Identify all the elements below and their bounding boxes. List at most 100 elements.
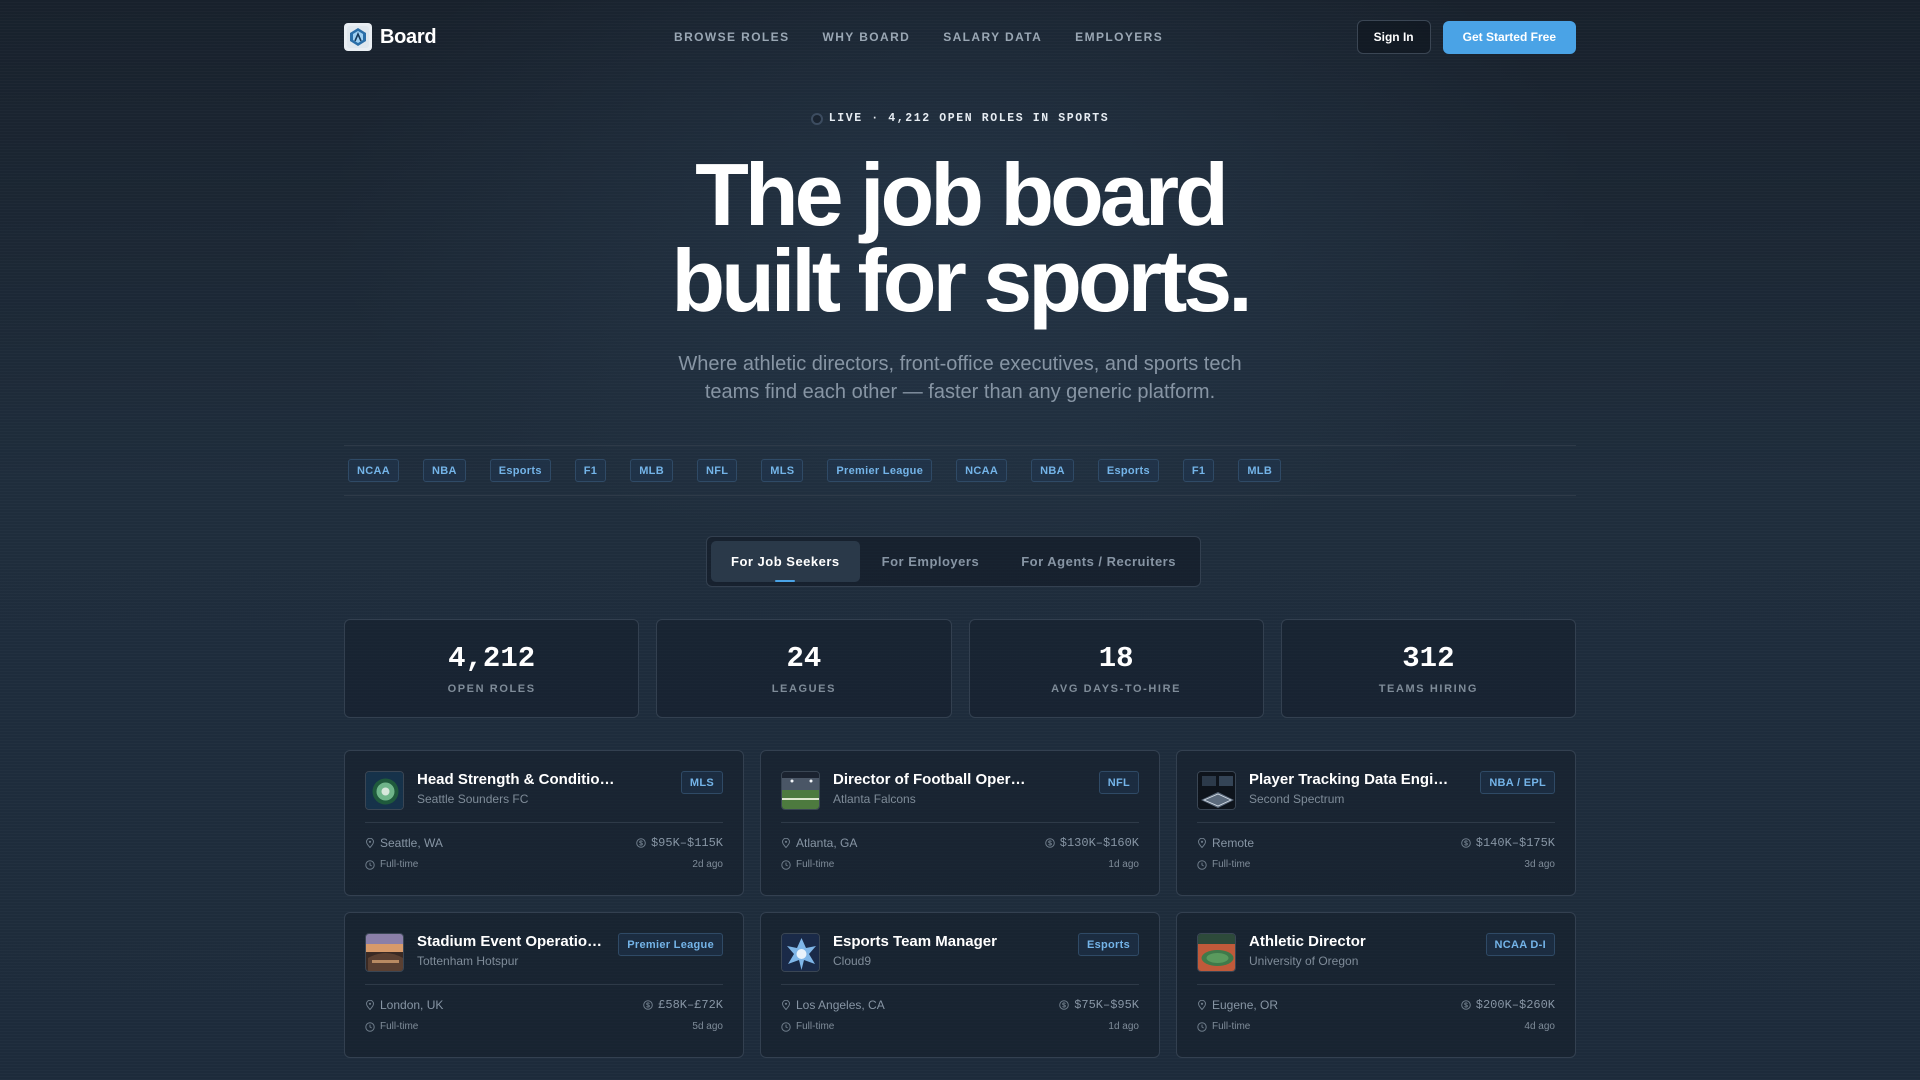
- stat-value: 24: [786, 642, 822, 675]
- job-card[interactable]: Athletic Director University of Oregon N…: [1176, 912, 1576, 1058]
- league-chip[interactable]: NCAA: [956, 459, 1008, 482]
- job-salary-text: $140K–$175K: [1475, 836, 1555, 850]
- league-chip[interactable]: MLS: [761, 459, 804, 482]
- job-type-text: Full-time: [796, 1021, 835, 1032]
- sign-in-button[interactable]: Sign In: [1356, 20, 1431, 54]
- team-logo-image: [781, 933, 820, 972]
- job-salary-text: $200K–$260K: [1475, 998, 1555, 1012]
- job-card[interactable]: Director of Football Operations Atlanta …: [760, 750, 1160, 896]
- stat-teams-hiring: 312 TEAMS HIRING: [1280, 619, 1576, 718]
- job-type-text: Full-time: [1212, 1021, 1251, 1032]
- job-type-text: Full-time: [1212, 859, 1251, 870]
- dollar-icon: [1460, 1000, 1471, 1010]
- job-league-tag: Esports: [1077, 933, 1139, 956]
- job-location: Eugene, OR: [1197, 998, 1278, 1012]
- job-league-tag: NCAA D-I: [1485, 933, 1555, 956]
- league-chip[interactable]: Esports: [489, 459, 551, 482]
- league-chip[interactable]: F1: [574, 459, 607, 482]
- top-nav: Board BROWSE ROLES WHY BOARD SALARY DATA…: [344, 18, 1576, 56]
- dollar-icon: [1460, 838, 1471, 848]
- brand[interactable]: Board: [344, 23, 437, 51]
- league-strip: NCAA NBA Esports F1 MLB NFL MLS Premier …: [344, 445, 1576, 496]
- job-league-tag: NFL: [1098, 771, 1139, 794]
- stat-leagues: 24 LEAGUES: [656, 619, 952, 718]
- league-chip[interactable]: Esports: [1097, 459, 1159, 482]
- job-type: Full-time: [781, 1021, 834, 1032]
- map-pin-icon: [365, 838, 375, 848]
- job-league-tag: Premier League: [618, 933, 723, 956]
- stat-value: 312: [1402, 642, 1455, 675]
- job-title[interactable]: Player Tracking Data Engineer: [1249, 771, 1449, 789]
- team-logo-image: [365, 771, 404, 810]
- job-company: Atlanta Falcons: [833, 792, 916, 806]
- job-location: Atlanta, GA: [781, 836, 857, 850]
- live-label: LIVE · 4,212 OPEN ROLES IN SPORTS: [828, 112, 1110, 125]
- job-salary: $140K–$175K: [1460, 836, 1555, 850]
- nav-link-why-board[interactable]: WHY BOARD: [822, 30, 910, 44]
- job-type-text: Full-time: [380, 1021, 419, 1032]
- map-pin-icon: [781, 1000, 791, 1010]
- league-chip[interactable]: Premier League: [827, 459, 933, 482]
- live-dot-icon: [810, 112, 823, 125]
- job-posted: 1d ago: [1108, 1021, 1139, 1032]
- league-chip[interactable]: NBA: [1031, 459, 1074, 482]
- team-logo-image: [781, 771, 820, 810]
- dollar-icon: [636, 838, 646, 848]
- job-company: Cloud9: [833, 954, 872, 968]
- stat-label: LEAGUES: [771, 683, 837, 695]
- job-salary: $95K–$115K: [636, 836, 723, 850]
- job-salary-text: $95K–$115K: [650, 836, 723, 850]
- tab-agents-recruiters[interactable]: For Agents / Recruiters: [1001, 541, 1196, 582]
- job-posted: 4d ago: [1524, 1021, 1555, 1032]
- job-location: Seattle, WA: [365, 836, 443, 850]
- tab-job-seekers[interactable]: For Job Seekers: [711, 541, 860, 582]
- job-location-text: Seattle, WA: [380, 836, 443, 850]
- league-chip[interactable]: F1: [1182, 459, 1215, 482]
- clock-icon: [365, 859, 375, 870]
- get-started-button[interactable]: Get Started Free: [1442, 20, 1576, 54]
- job-location: London, UK: [365, 998, 443, 1012]
- job-company: Second Spectrum: [1249, 792, 1345, 806]
- job-card[interactable]: Esports Team Manager Cloud9 Esports Los …: [760, 912, 1160, 1058]
- job-salary: $75K–$95K: [1059, 998, 1139, 1012]
- job-posted: 3d ago: [1524, 859, 1555, 870]
- stat-label: TEAMS HIRING: [1378, 683, 1478, 695]
- job-company: Tottenham Hotspur: [417, 954, 519, 968]
- job-location: Los Angeles, CA: [781, 998, 885, 1012]
- job-card[interactable]: Player Tracking Data Engineer Second Spe…: [1176, 750, 1576, 896]
- clock-icon: [1197, 859, 1207, 870]
- nav-link-salary-data[interactable]: SALARY DATA: [943, 30, 1042, 44]
- job-league-tag: MLS: [680, 771, 723, 794]
- tab-employers[interactable]: For Employers: [862, 541, 1000, 582]
- league-chip[interactable]: MLB: [1238, 459, 1282, 482]
- job-title[interactable]: Head Strength & Conditioning Coach: [417, 771, 617, 789]
- job-title[interactable]: Athletic Director: [1249, 933, 1449, 951]
- league-chip[interactable]: MLB: [630, 459, 673, 482]
- league-chip[interactable]: NCAA: [348, 459, 399, 482]
- job-title[interactable]: Esports Team Manager: [833, 933, 1033, 951]
- audience-tabs: For Job Seekers For Employers For Agents…: [706, 536, 1201, 587]
- job-type: Full-time: [1197, 859, 1250, 870]
- job-location: Remote: [1197, 836, 1254, 850]
- team-logo-image: [365, 933, 404, 972]
- job-location-text: London, UK: [380, 998, 444, 1012]
- board-logo-icon: [344, 23, 372, 51]
- job-title[interactable]: Stadium Event Operations Manager: [417, 933, 610, 951]
- nav-link-browse-roles[interactable]: BROWSE ROLES: [674, 30, 789, 44]
- job-posted: 2d ago: [692, 859, 723, 870]
- job-salary: $200K–$260K: [1460, 998, 1555, 1012]
- stat-open-roles: 4,212 OPEN ROLES: [344, 619, 640, 718]
- league-chip[interactable]: NBA: [422, 459, 466, 482]
- nav-link-employers[interactable]: EMPLOYERS: [1075, 30, 1163, 44]
- job-salary-text: $75K–$95K: [1074, 998, 1139, 1012]
- dollar-icon: [643, 1000, 653, 1010]
- job-card[interactable]: Head Strength & Conditioning Coach Seatt…: [344, 750, 744, 896]
- clock-icon: [781, 1021, 791, 1032]
- job-salary: £58K–£72K: [643, 998, 723, 1012]
- league-chip[interactable]: NFL: [696, 459, 738, 482]
- job-title[interactable]: Director of Football Operations: [833, 771, 1033, 789]
- team-logo-image: [1197, 771, 1236, 810]
- job-posted: 5d ago: [692, 1021, 723, 1032]
- job-card[interactable]: Stadium Event Operations Manager Tottenh…: [344, 912, 744, 1058]
- map-pin-icon: [365, 1000, 375, 1010]
